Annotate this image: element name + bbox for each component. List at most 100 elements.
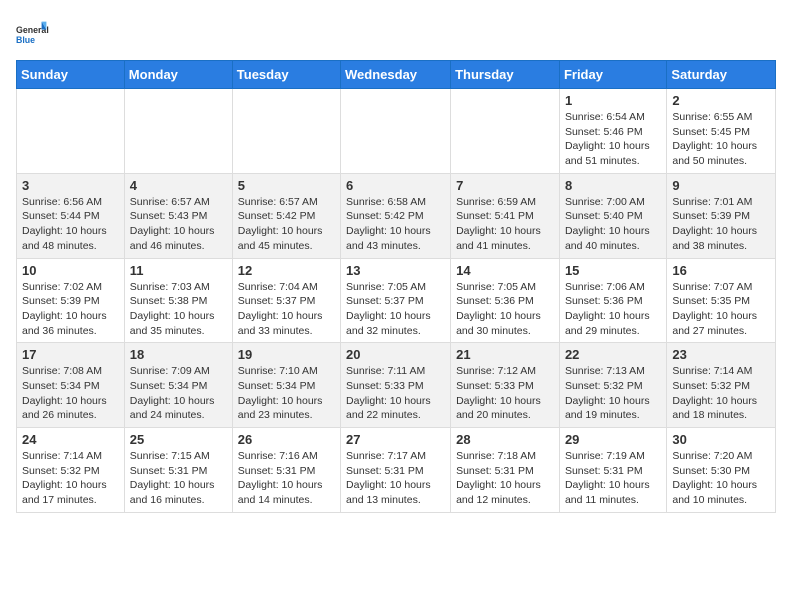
calendar-day-15: 15 Sunrise: 7:06 AM Sunset: 5:36 PM Dayli… xyxy=(559,258,666,343)
calendar-day-10: 10 Sunrise: 7:02 AM Sunset: 5:39 PM Dayli… xyxy=(17,258,125,343)
day-info: Sunrise: 7:06 AM Sunset: 5:36 PM Dayligh… xyxy=(565,280,661,339)
day-number: 12 xyxy=(238,263,335,278)
calendar-day-9: 9 Sunrise: 7:01 AM Sunset: 5:39 PM Daylig… xyxy=(667,173,776,258)
day-number: 23 xyxy=(672,347,770,362)
day-info: Sunrise: 7:12 AM Sunset: 5:33 PM Dayligh… xyxy=(456,364,554,423)
weekday-header-thursday: Thursday xyxy=(451,61,560,89)
calendar-day-11: 11 Sunrise: 7:03 AM Sunset: 5:38 PM Dayli… xyxy=(124,258,232,343)
day-number: 18 xyxy=(130,347,227,362)
calendar-day-18: 18 Sunrise: 7:09 AM Sunset: 5:34 PM Dayli… xyxy=(124,343,232,428)
day-info: Sunrise: 6:57 AM Sunset: 5:43 PM Dayligh… xyxy=(130,195,227,254)
logo: GeneralBlue xyxy=(16,16,52,52)
day-info: Sunrise: 7:13 AM Sunset: 5:32 PM Dayligh… xyxy=(565,364,661,423)
day-info: Sunrise: 7:14 AM Sunset: 5:32 PM Dayligh… xyxy=(22,449,119,508)
day-info: Sunrise: 6:55 AM Sunset: 5:45 PM Dayligh… xyxy=(672,110,770,169)
calendar-day-2: 2 Sunrise: 6:55 AM Sunset: 5:45 PM Daylig… xyxy=(667,89,776,174)
day-info: Sunrise: 6:54 AM Sunset: 5:46 PM Dayligh… xyxy=(565,110,661,169)
day-number: 13 xyxy=(346,263,445,278)
calendar-day-29: 29 Sunrise: 7:19 AM Sunset: 5:31 PM Dayli… xyxy=(559,428,666,513)
day-info: Sunrise: 7:19 AM Sunset: 5:31 PM Dayligh… xyxy=(565,449,661,508)
calendar-day-21: 21Sunrise: 7:12 AM Sunset: 5:33 PM Dayli… xyxy=(451,343,560,428)
day-info: Sunrise: 6:57 AM Sunset: 5:42 PM Dayligh… xyxy=(238,195,335,254)
calendar-week-1: 1 Sunrise: 6:54 AM Sunset: 5:46 PM Daylig… xyxy=(17,89,776,174)
calendar-day-30: 30 Sunrise: 7:20 AM Sunset: 5:30 PM Dayli… xyxy=(667,428,776,513)
day-number: 25 xyxy=(130,432,227,447)
logo-icon: GeneralBlue xyxy=(16,16,52,52)
calendar-day-17: 17Sunrise: 7:08 AM Sunset: 5:34 PM Dayli… xyxy=(17,343,125,428)
svg-text:Blue: Blue xyxy=(16,35,35,45)
day-info: Sunrise: 7:04 AM Sunset: 5:37 PM Dayligh… xyxy=(238,280,335,339)
day-number: 5 xyxy=(238,178,335,193)
day-info: Sunrise: 6:59 AM Sunset: 5:41 PM Dayligh… xyxy=(456,195,554,254)
calendar-day-27: 27 Sunrise: 7:17 AM Sunset: 5:31 PM Dayli… xyxy=(341,428,451,513)
day-info: Sunrise: 7:03 AM Sunset: 5:38 PM Dayligh… xyxy=(130,280,227,339)
calendar-week-5: 24 Sunrise: 7:14 AM Sunset: 5:32 PM Dayli… xyxy=(17,428,776,513)
day-info: Sunrise: 7:05 AM Sunset: 5:36 PM Dayligh… xyxy=(456,280,554,339)
day-number: 22 xyxy=(565,347,661,362)
calendar-day-3: 3Sunrise: 6:56 AM Sunset: 5:44 PM Daylig… xyxy=(17,173,125,258)
day-number: 8 xyxy=(565,178,661,193)
day-number: 16 xyxy=(672,263,770,278)
day-number: 1 xyxy=(565,93,661,108)
calendar-day-7: 7 Sunrise: 6:59 AM Sunset: 5:41 PM Daylig… xyxy=(451,173,560,258)
day-info: Sunrise: 7:08 AM Sunset: 5:34 PM Dayligh… xyxy=(22,364,119,423)
day-number: 19 xyxy=(238,347,335,362)
day-number: 28 xyxy=(456,432,554,447)
day-number: 29 xyxy=(565,432,661,447)
calendar-day-22: 22 Sunrise: 7:13 AM Sunset: 5:32 PM Dayli… xyxy=(559,343,666,428)
calendar-week-3: 10 Sunrise: 7:02 AM Sunset: 5:39 PM Dayli… xyxy=(17,258,776,343)
calendar-day-26: 26Sunrise: 7:16 AM Sunset: 5:31 PM Dayli… xyxy=(232,428,340,513)
calendar-empty-cell xyxy=(17,89,125,174)
day-info: Sunrise: 6:56 AM Sunset: 5:44 PM Dayligh… xyxy=(22,195,119,254)
day-number: 20 xyxy=(346,347,445,362)
page-header: GeneralBlue xyxy=(16,16,776,52)
day-number: 7 xyxy=(456,178,554,193)
calendar-day-25: 25Sunrise: 7:15 AM Sunset: 5:31 PM Dayli… xyxy=(124,428,232,513)
day-info: Sunrise: 7:10 AM Sunset: 5:34 PM Dayligh… xyxy=(238,364,335,423)
weekday-header-row: SundayMondayTuesdayWednesdayThursdayFrid… xyxy=(17,61,776,89)
calendar-empty-cell xyxy=(232,89,340,174)
calendar-empty-cell xyxy=(124,89,232,174)
calendar-day-14: 14 Sunrise: 7:05 AM Sunset: 5:36 PM Dayli… xyxy=(451,258,560,343)
calendar-day-1: 1 Sunrise: 6:54 AM Sunset: 5:46 PM Daylig… xyxy=(559,89,666,174)
day-number: 15 xyxy=(565,263,661,278)
day-info: Sunrise: 7:07 AM Sunset: 5:35 PM Dayligh… xyxy=(672,280,770,339)
calendar-day-16: 16 Sunrise: 7:07 AM Sunset: 5:35 PM Dayli… xyxy=(667,258,776,343)
day-info: Sunrise: 7:17 AM Sunset: 5:31 PM Dayligh… xyxy=(346,449,445,508)
day-info: Sunrise: 7:16 AM Sunset: 5:31 PM Dayligh… xyxy=(238,449,335,508)
calendar-day-20: 20Sunrise: 7:11 AM Sunset: 5:33 PM Dayli… xyxy=(341,343,451,428)
day-info: Sunrise: 6:58 AM Sunset: 5:42 PM Dayligh… xyxy=(346,195,445,254)
calendar-day-12: 12 Sunrise: 7:04 AM Sunset: 5:37 PM Dayli… xyxy=(232,258,340,343)
day-info: Sunrise: 7:14 AM Sunset: 5:32 PM Dayligh… xyxy=(672,364,770,423)
weekday-header-sunday: Sunday xyxy=(17,61,125,89)
day-number: 4 xyxy=(130,178,227,193)
day-number: 10 xyxy=(22,263,119,278)
calendar-day-5: 5 Sunrise: 6:57 AM Sunset: 5:42 PM Daylig… xyxy=(232,173,340,258)
day-number: 30 xyxy=(672,432,770,447)
day-number: 6 xyxy=(346,178,445,193)
weekday-header-saturday: Saturday xyxy=(667,61,776,89)
day-number: 9 xyxy=(672,178,770,193)
calendar-day-8: 8 Sunrise: 7:00 AM Sunset: 5:40 PM Daylig… xyxy=(559,173,666,258)
calendar-day-19: 19 Sunrise: 7:10 AM Sunset: 5:34 PM Dayli… xyxy=(232,343,340,428)
day-info: Sunrise: 7:05 AM Sunset: 5:37 PM Dayligh… xyxy=(346,280,445,339)
calendar-day-4: 4 Sunrise: 6:57 AM Sunset: 5:43 PM Daylig… xyxy=(124,173,232,258)
day-info: Sunrise: 7:01 AM Sunset: 5:39 PM Dayligh… xyxy=(672,195,770,254)
day-info: Sunrise: 7:00 AM Sunset: 5:40 PM Dayligh… xyxy=(565,195,661,254)
weekday-header-wednesday: Wednesday xyxy=(341,61,451,89)
day-info: Sunrise: 7:02 AM Sunset: 5:39 PM Dayligh… xyxy=(22,280,119,339)
day-info: Sunrise: 7:20 AM Sunset: 5:30 PM Dayligh… xyxy=(672,449,770,508)
day-number: 14 xyxy=(456,263,554,278)
calendar-day-23: 23 Sunrise: 7:14 AM Sunset: 5:32 PM Dayli… xyxy=(667,343,776,428)
calendar-week-4: 17Sunrise: 7:08 AM Sunset: 5:34 PM Dayli… xyxy=(17,343,776,428)
day-number: 2 xyxy=(672,93,770,108)
day-number: 11 xyxy=(130,263,227,278)
day-number: 24 xyxy=(22,432,119,447)
calendar-day-24: 24 Sunrise: 7:14 AM Sunset: 5:32 PM Dayli… xyxy=(17,428,125,513)
calendar-empty-cell xyxy=(341,89,451,174)
calendar-table: SundayMondayTuesdayWednesdayThursdayFrid… xyxy=(16,60,776,513)
weekday-header-tuesday: Tuesday xyxy=(232,61,340,89)
day-info: Sunrise: 7:18 AM Sunset: 5:31 PM Dayligh… xyxy=(456,449,554,508)
day-info: Sunrise: 7:09 AM Sunset: 5:34 PM Dayligh… xyxy=(130,364,227,423)
day-number: 27 xyxy=(346,432,445,447)
